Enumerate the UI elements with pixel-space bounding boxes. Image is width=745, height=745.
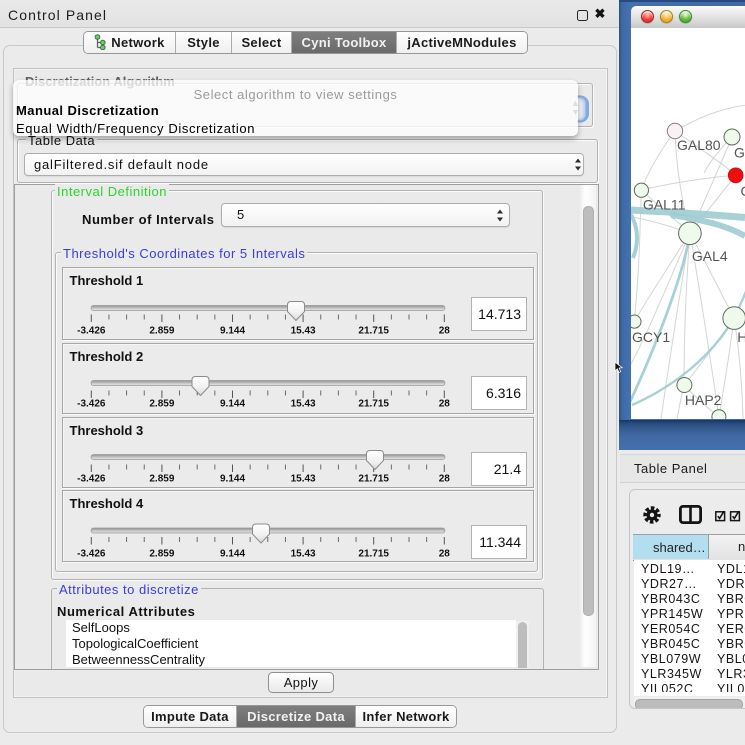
svg-text:28: 28 bbox=[439, 399, 451, 410]
svg-text:9.144: 9.144 bbox=[220, 474, 245, 485]
svg-text:21.715: 21.715 bbox=[358, 326, 389, 337]
svg-text:2.859: 2.859 bbox=[149, 326, 174, 337]
svg-text:21.715: 21.715 bbox=[358, 474, 389, 485]
svg-text:28: 28 bbox=[439, 474, 451, 485]
svg-text:GA: GA bbox=[734, 145, 745, 161]
svg-text:21.715: 21.715 bbox=[358, 549, 389, 560]
svg-text:15.43: 15.43 bbox=[291, 399, 316, 410]
svg-text:15.43: 15.43 bbox=[291, 549, 316, 560]
svg-text:GAL11: GAL11 bbox=[643, 197, 686, 213]
svg-text:2.859: 2.859 bbox=[149, 549, 174, 560]
svg-text:-3.426: -3.426 bbox=[77, 474, 106, 485]
svg-text:28: 28 bbox=[439, 326, 451, 337]
svg-text:HAP2: HAP2 bbox=[685, 392, 722, 408]
svg-text:15.43: 15.43 bbox=[291, 474, 316, 485]
svg-text:28: 28 bbox=[439, 549, 451, 560]
svg-text:9.144: 9.144 bbox=[220, 326, 245, 337]
svg-text:15.43: 15.43 bbox=[291, 326, 316, 337]
svg-text:-3.426: -3.426 bbox=[77, 549, 106, 560]
svg-text:9.144: 9.144 bbox=[220, 549, 245, 560]
svg-text:2.859: 2.859 bbox=[149, 474, 174, 485]
svg-text:-3.426: -3.426 bbox=[77, 399, 106, 410]
svg-text:-3.426: -3.426 bbox=[77, 326, 106, 337]
svg-text:21.715: 21.715 bbox=[358, 399, 389, 410]
svg-text:GCY1: GCY1 bbox=[632, 329, 670, 345]
svg-text:GAL80: GAL80 bbox=[677, 137, 721, 153]
svg-text:GAL4: GAL4 bbox=[692, 248, 728, 264]
svg-text:2.859: 2.859 bbox=[149, 399, 174, 410]
svg-text:C: C bbox=[741, 183, 745, 199]
svg-text:9.144: 9.144 bbox=[220, 399, 245, 410]
svg-text:H: H bbox=[737, 329, 745, 345]
